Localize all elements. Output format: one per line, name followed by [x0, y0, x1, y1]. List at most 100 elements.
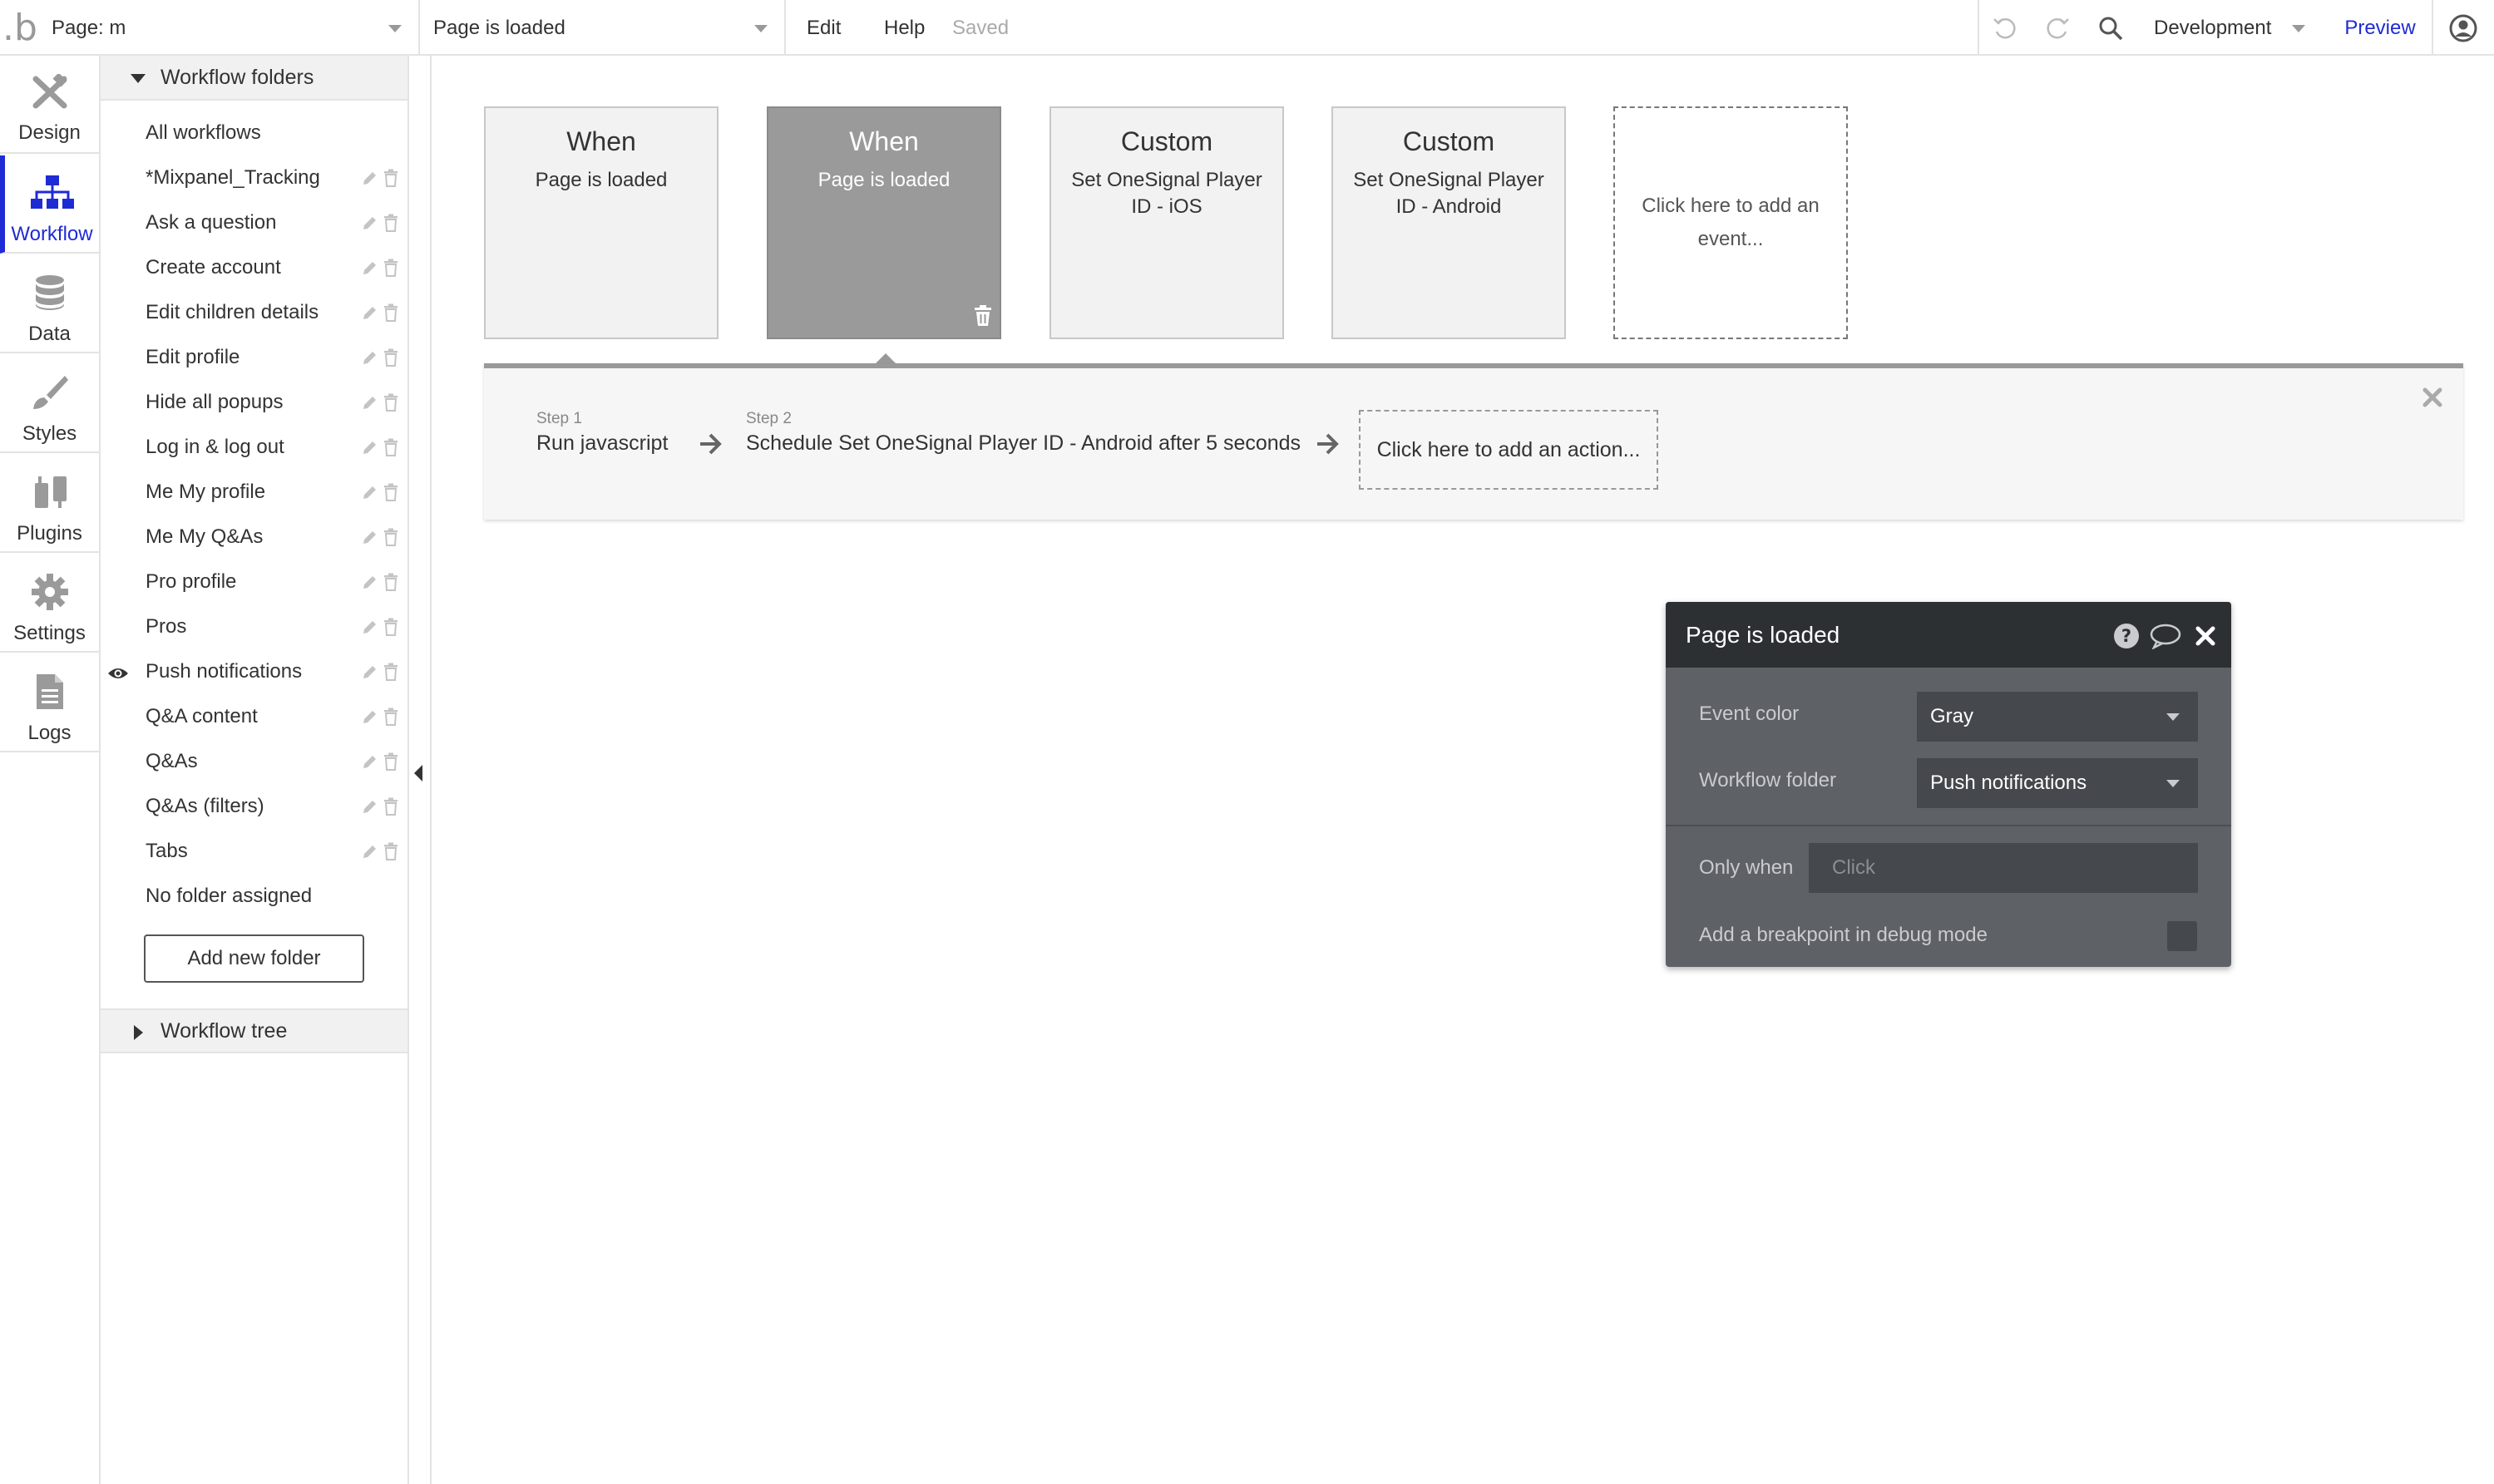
collapse-panel-handle[interactable]: [414, 765, 422, 781]
folder-item[interactable]: Q&A content: [101, 694, 407, 739]
pencil-icon[interactable]: [361, 798, 378, 821]
pencil-icon[interactable]: [361, 394, 378, 417]
design-icon: [29, 72, 71, 115]
folder-item[interactable]: Q&As (filters): [101, 784, 407, 829]
trash-icon[interactable]: [383, 259, 398, 283]
bubble-logo[interactable]: .b: [0, 0, 40, 56]
only-when-label: Only when: [1699, 856, 1794, 879]
pencil-icon[interactable]: [361, 529, 378, 552]
folder-item[interactable]: Pros: [101, 604, 407, 649]
folder-item[interactable]: All workflows: [101, 111, 407, 155]
folder-item[interactable]: Hide all popups: [101, 380, 407, 425]
nav-logs[interactable]: Logs: [0, 654, 99, 752]
workflow-folders-title: Workflow folders: [161, 65, 314, 89]
trash-icon[interactable]: [383, 707, 398, 732]
trash-icon[interactable]: [383, 393, 398, 417]
event-card[interactable]: When Page is loaded: [484, 106, 719, 339]
menu-help[interactable]: Help: [884, 0, 925, 56]
workflow-folder-dropdown[interactable]: Push notifications: [1917, 758, 2198, 808]
step-2[interactable]: Step 2 Schedule Set OneSignal Player ID …: [746, 410, 1301, 456]
workflow-tree-header[interactable]: Workflow tree: [101, 1008, 407, 1053]
folder-item[interactable]: *Mixpanel_Tracking: [101, 155, 407, 200]
pencil-icon[interactable]: [361, 259, 378, 283]
add-action-placeholder[interactable]: Click here to add an action...: [1359, 410, 1658, 490]
trash-icon[interactable]: [383, 528, 398, 552]
nav-settings[interactable]: Settings: [0, 555, 99, 653]
plugin-icon: [30, 473, 70, 515]
folder-item[interactable]: Me My profile: [101, 470, 407, 515]
pencil-icon[interactable]: [361, 843, 378, 866]
workflow-folders-header[interactable]: Workflow folders: [101, 56, 407, 101]
element-selector[interactable]: Page is loaded: [420, 0, 786, 56]
preview-button[interactable]: Preview: [2329, 0, 2433, 56]
event-card-selected[interactable]: When Page is loaded: [767, 106, 1001, 339]
trash-icon[interactable]: [973, 305, 993, 331]
eye-icon[interactable]: [107, 663, 129, 687]
folder-item[interactable]: Q&As: [101, 739, 407, 784]
comment-icon[interactable]: [2150, 623, 2181, 655]
event-card[interactable]: Custom Set OneSignal Player ID - Android: [1331, 106, 1566, 339]
folder-item[interactable]: Log in & log out: [101, 425, 407, 470]
pencil-icon[interactable]: [361, 349, 378, 372]
folder-item[interactable]: Edit children details: [101, 290, 407, 335]
pencil-icon[interactable]: [361, 619, 378, 642]
pencil-icon[interactable]: [361, 170, 378, 193]
environment-selector[interactable]: Development: [2154, 0, 2271, 56]
nav-design[interactable]: Design: [0, 56, 99, 154]
nav-data[interactable]: Data: [0, 255, 99, 353]
trash-icon[interactable]: [383, 169, 398, 193]
event-card[interactable]: Custom Set OneSignal Player ID - iOS: [1049, 106, 1284, 339]
trash-icon[interactable]: [383, 573, 398, 597]
folder-item[interactable]: No folder assigned: [101, 874, 407, 919]
trash-icon[interactable]: [383, 483, 398, 507]
menu-edit[interactable]: Edit: [807, 0, 841, 56]
trash-icon[interactable]: [383, 797, 398, 821]
account-icon[interactable]: [2437, 0, 2490, 56]
breakpoint-checkbox[interactable]: [2167, 921, 2197, 951]
trash-icon[interactable]: [383, 842, 398, 866]
step-1[interactable]: Step 1 Run javascript: [536, 410, 668, 456]
trash-icon[interactable]: [383, 214, 398, 238]
nav-workflow[interactable]: Workflow: [0, 155, 99, 254]
folder-item[interactable]: Me My Q&As: [101, 515, 407, 560]
help-icon[interactable]: ?: [2113, 623, 2140, 655]
trash-icon[interactable]: [383, 663, 398, 687]
page-selector[interactable]: Page: m: [40, 0, 420, 56]
pencil-icon[interactable]: [361, 439, 378, 462]
folder-item[interactable]: Pro profile: [101, 560, 407, 604]
redo-icon[interactable]: [2031, 0, 2084, 56]
popup-header[interactable]: Page is loaded ?: [1666, 602, 2231, 668]
nav-styles[interactable]: Styles: [0, 355, 99, 453]
pencil-icon[interactable]: [361, 574, 378, 597]
search-icon[interactable]: [2084, 0, 2137, 56]
folder-label: Edit children details: [146, 301, 319, 323]
folder-item[interactable]: Edit profile: [101, 335, 407, 380]
add-new-folder-button[interactable]: Add new folder: [144, 934, 364, 983]
pencil-icon[interactable]: [361, 304, 378, 328]
folder-item[interactable]: Push notifications: [101, 649, 407, 694]
close-icon[interactable]: [2422, 387, 2443, 412]
folder-item[interactable]: Ask a question: [101, 200, 407, 245]
pencil-icon[interactable]: [361, 708, 378, 732]
popup-title: Page is loaded: [1686, 621, 1840, 648]
pencil-icon[interactable]: [361, 214, 378, 238]
add-event-placeholder[interactable]: Click here to add an event...: [1613, 106, 1848, 339]
caret-right-icon: [134, 1025, 143, 1040]
only-when-input[interactable]: Click: [1809, 843, 2198, 893]
pencil-icon[interactable]: [361, 663, 378, 687]
undo-icon[interactable]: [1978, 0, 2031, 56]
nav-plugins[interactable]: Plugins: [0, 455, 99, 553]
chevron-down-icon: [2292, 25, 2305, 32]
svg-text:?: ?: [2121, 626, 2131, 646]
event-color-dropdown[interactable]: Gray: [1917, 692, 2198, 742]
trash-icon[interactable]: [383, 752, 398, 777]
folder-item[interactable]: Tabs: [101, 829, 407, 874]
close-icon[interactable]: [2195, 625, 2216, 653]
trash-icon[interactable]: [383, 348, 398, 372]
pencil-icon[interactable]: [361, 484, 378, 507]
pencil-icon[interactable]: [361, 753, 378, 777]
folder-item[interactable]: Create account: [101, 245, 407, 290]
trash-icon[interactable]: [383, 618, 398, 642]
trash-icon[interactable]: [383, 303, 398, 328]
trash-icon[interactable]: [383, 438, 398, 462]
